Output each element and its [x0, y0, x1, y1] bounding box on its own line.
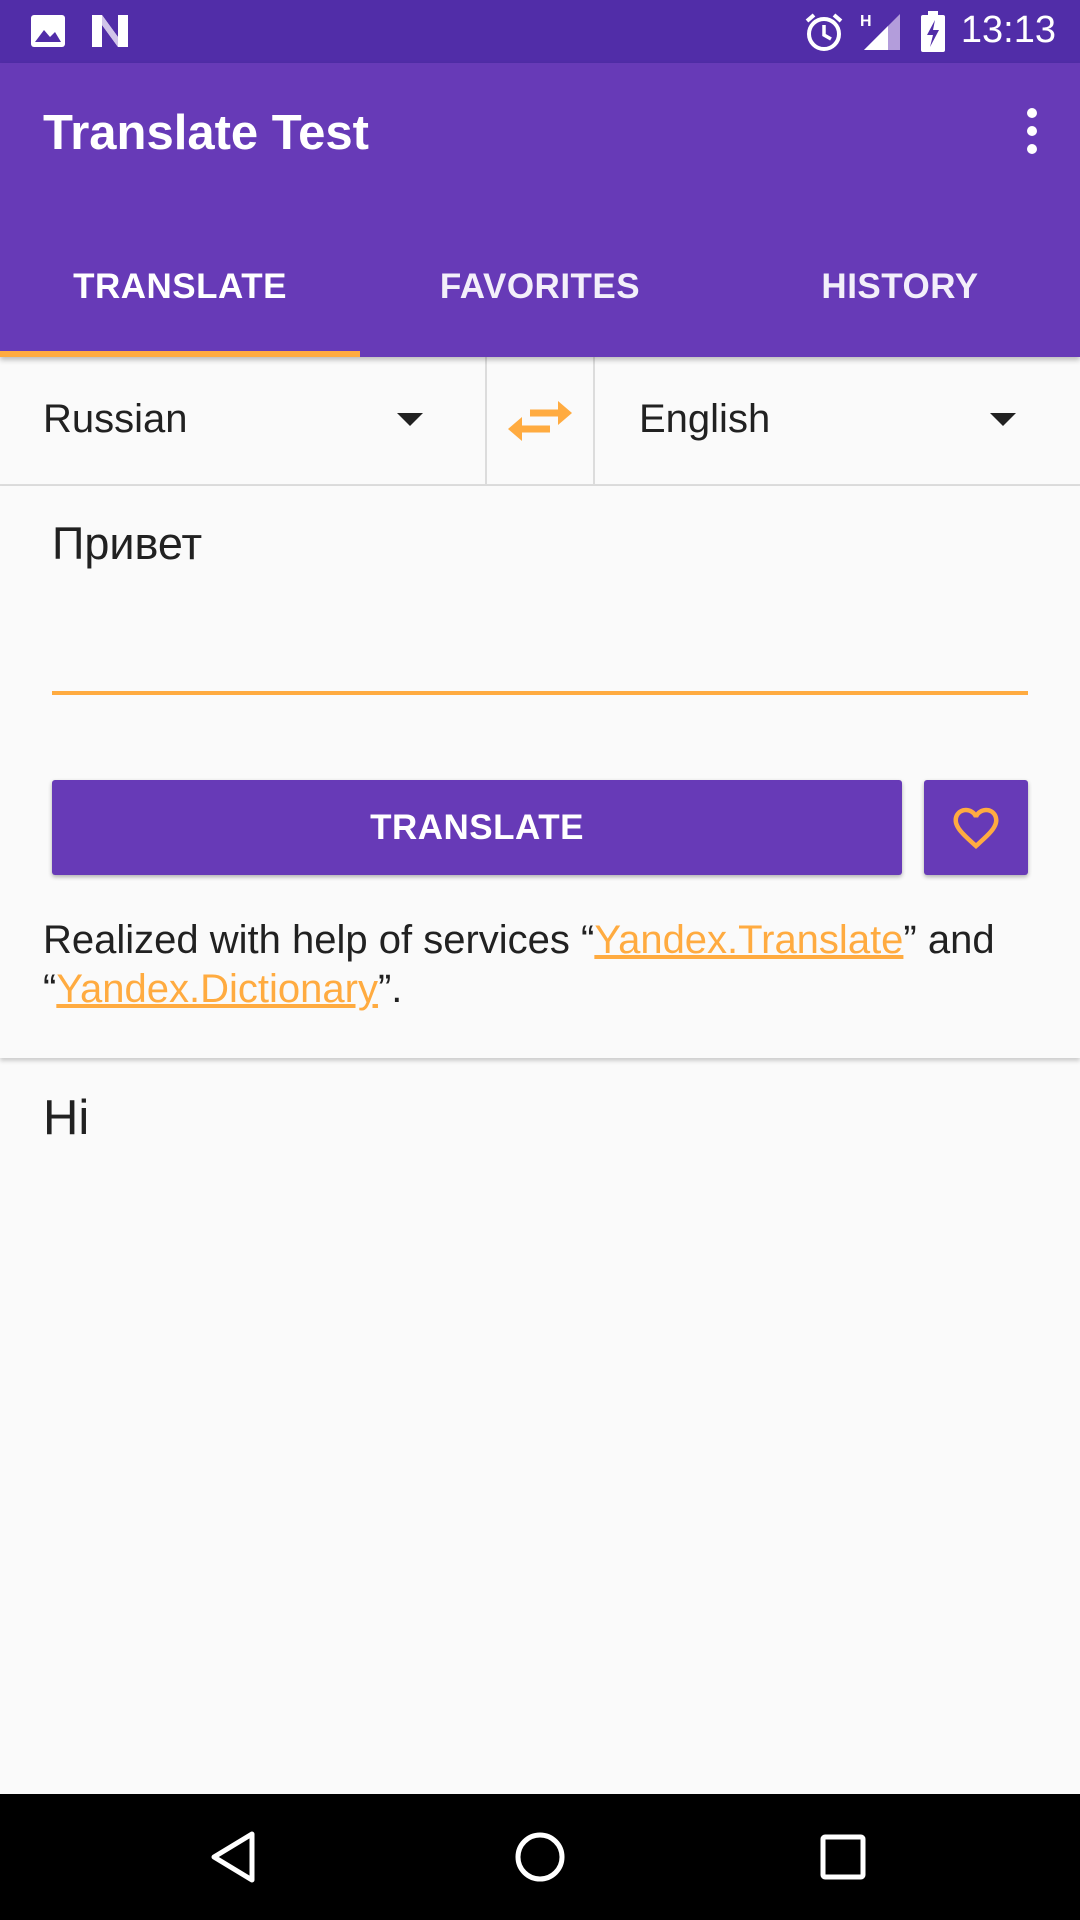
translate-button[interactable]: TRANSLATE	[52, 780, 902, 875]
yandex-dictionary-link[interactable]: Yandex.Dictionary	[56, 967, 378, 1011]
tab-history[interactable]: HISTORY	[720, 227, 1080, 357]
add-favorite-button[interactable]	[924, 780, 1028, 875]
tab-favorites[interactable]: FAVORITES	[360, 227, 720, 357]
target-language-spinner[interactable]: English	[596, 357, 1080, 484]
heart-outline-icon	[953, 807, 999, 850]
source-language-spinner[interactable]: Russian	[0, 357, 484, 484]
app-title: Translate Test	[43, 106, 369, 160]
signal-h-icon: H	[858, 10, 902, 57]
tab-translate[interactable]: TRANSLATE	[0, 227, 360, 357]
svg-text:H: H	[860, 13, 872, 30]
target-language-label: English	[639, 397, 771, 441]
source-text-input[interactable]	[52, 514, 1027, 574]
translation-result: Hi	[43, 1091, 90, 1145]
chevron-down-icon	[990, 413, 1016, 426]
battery-charging-icon	[920, 11, 946, 58]
more-vert-icon[interactable]	[1004, 103, 1060, 159]
attribution-prefix: Realized with help of services “	[43, 918, 595, 962]
n-logo-icon	[90, 13, 130, 54]
swap-languages-button[interactable]	[488, 357, 592, 484]
yandex-translate-link[interactable]: Yandex.Translate	[594, 918, 903, 962]
app-bar: Translate Test TRANSLATE FAVORITES HISTO…	[0, 63, 1080, 357]
source-language-label: Russian	[43, 397, 188, 441]
image-icon	[30, 14, 66, 53]
tab-indicator	[0, 351, 360, 357]
screen: H 13:13 Translate Test TRANSLATE FAVORIT…	[0, 0, 1080, 1920]
divider	[485, 357, 487, 484]
language-row: Russian English	[0, 357, 1080, 486]
alarm-icon	[803, 11, 845, 58]
navigation-bar	[0, 1794, 1080, 1920]
input-underline	[52, 691, 1028, 695]
chevron-down-icon	[397, 413, 423, 426]
attribution-suffix: ”.	[377, 967, 403, 1011]
tab-bar: TRANSLATE FAVORITES HISTORY	[0, 227, 1080, 357]
input-card: TRANSLATE Realized with help of services…	[0, 486, 1080, 1058]
attribution-text: Realized with help of services “Yandex.T…	[43, 916, 1043, 1014]
divider	[593, 357, 595, 484]
status-time: 13:13	[960, 9, 1056, 51]
home-icon[interactable]	[505, 1822, 575, 1892]
back-icon[interactable]	[200, 1822, 270, 1892]
recents-icon[interactable]	[808, 1822, 878, 1892]
status-bar: H 13:13	[0, 0, 1080, 63]
